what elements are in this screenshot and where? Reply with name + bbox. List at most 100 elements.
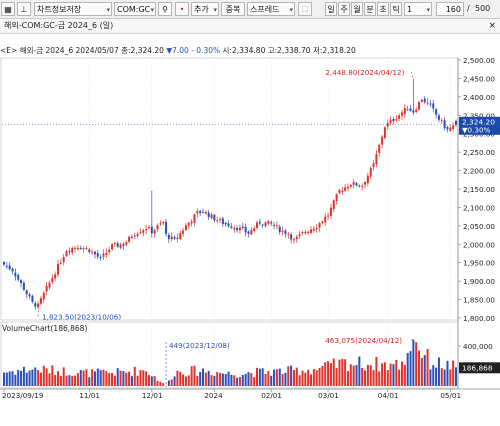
period-second-button[interactable]: 초 (377, 2, 389, 16)
candle-body (312, 228, 315, 231)
volume-bar (93, 371, 96, 386)
volume-bar (298, 375, 301, 386)
candle-body (227, 223, 230, 227)
volume-bar (318, 368, 321, 386)
volume-bar (273, 369, 276, 386)
volume-bar (361, 368, 364, 386)
volume-bar (113, 375, 116, 386)
candle-body (256, 222, 259, 228)
volume-bar (412, 339, 415, 386)
candle-body (318, 223, 321, 228)
volume-bar (329, 363, 332, 386)
ohlc-info-line: <E> 해외-금 2024_6 2024/05/07 종:2,324.20 ▼7… (0, 46, 356, 55)
candle-body (364, 182, 367, 185)
price-tick-label: 2,400.00 (463, 93, 495, 102)
candle-body (65, 251, 68, 257)
candle-body (253, 228, 256, 232)
candle-body (423, 98, 426, 103)
price-chart[interactable]: 1,800.00 1,850.00 1,900.00 1,950.00 2,000.00… (0, 34, 500, 426)
price-tick-label: 1,900.00 (463, 277, 495, 286)
period-month-button[interactable]: 월 (351, 2, 363, 16)
candle-body (136, 233, 139, 236)
overlap-button[interactable]: 중복 (221, 2, 245, 16)
candle-body (147, 227, 150, 229)
volume-bar (366, 364, 369, 386)
volume-bar (369, 365, 372, 386)
candle-body (372, 163, 375, 168)
volume-bar (147, 375, 150, 386)
candle-body (3, 262, 5, 265)
volume-bar (116, 368, 119, 386)
candle-body (165, 221, 168, 234)
candle-body (173, 237, 176, 239)
price-tick-label: 2,100.00 (463, 203, 495, 212)
period-week-button[interactable]: 주 (338, 2, 350, 16)
period-tick-button[interactable]: 틱 (390, 2, 402, 16)
price-panel-frame (0, 57, 459, 321)
candle-body (99, 256, 102, 258)
volume-bar (253, 377, 256, 386)
search-icon[interactable]: ⚲ (158, 2, 172, 16)
count-input[interactable]: 160 (436, 2, 464, 16)
candle-body (25, 290, 28, 295)
volume-bar (136, 375, 139, 386)
volume-bar (48, 373, 51, 386)
volume-bar (287, 366, 290, 386)
price-tick-label: 2,450.00 (463, 74, 495, 83)
volume-bar (45, 368, 48, 386)
candle-body (57, 263, 60, 275)
candle-body (170, 236, 173, 240)
candle-body (355, 182, 358, 186)
candle-body (449, 127, 452, 131)
volume-bar (5, 372, 8, 386)
volume-bar (156, 380, 159, 386)
volume-bar (403, 364, 406, 386)
candle-body (34, 303, 37, 307)
candle-body (39, 298, 42, 304)
period-minute-button[interactable]: 분 (364, 2, 376, 16)
volume-bar (37, 370, 40, 386)
volume-bar (264, 373, 267, 386)
candle-body (287, 233, 290, 235)
chart-type-icon[interactable]: ⊥ (17, 2, 31, 16)
volume-bar (398, 369, 401, 386)
annotation-label: 2,448.80(2024/04/12) (325, 68, 404, 77)
candle-body (366, 175, 369, 184)
grid-layout-icon[interactable]: ▦ (1, 2, 15, 16)
period-day-button[interactable]: 일 (325, 2, 337, 16)
add-dropdown[interactable]: 추가 (191, 2, 219, 16)
candle-body (182, 230, 185, 234)
volume-bar (17, 369, 20, 386)
candle-body (455, 120, 457, 125)
time-tick-label: 2024 (204, 391, 223, 400)
candle-body (68, 251, 71, 253)
volume-bar (418, 350, 421, 386)
volume-bar (258, 368, 261, 386)
time-tick-label: 2023/09/19 (2, 391, 44, 400)
volume-bar (310, 374, 313, 386)
volume-bar (167, 380, 170, 386)
volume-bar (122, 371, 125, 386)
symbol-input[interactable]: COM:GC (114, 2, 156, 16)
volume-bar (440, 368, 443, 386)
candle-body (261, 224, 264, 226)
volume-bar (74, 375, 77, 386)
volume-bar (57, 371, 60, 386)
interval-input[interactable]: 1 (404, 2, 432, 16)
spread-dropdown[interactable]: 스프레드 (247, 2, 295, 16)
candle-body (383, 127, 386, 138)
candle-body (324, 216, 327, 223)
volume-bar (201, 368, 204, 386)
volume-bar (301, 370, 304, 386)
close-chart-icon[interactable]: × (488, 21, 496, 31)
chart-info-save-dropdown[interactable]: 차트정보저장 (34, 2, 112, 16)
volume-bar (312, 369, 315, 386)
candle-body (250, 229, 253, 235)
volume-bar (207, 370, 210, 386)
time-tick-label: 05/01 (440, 391, 461, 400)
indicator-icon[interactable]: • (175, 2, 189, 16)
volume-bar (423, 355, 426, 386)
candle-body (426, 102, 429, 104)
volume-bar (278, 368, 281, 386)
volume-bar (452, 360, 455, 386)
